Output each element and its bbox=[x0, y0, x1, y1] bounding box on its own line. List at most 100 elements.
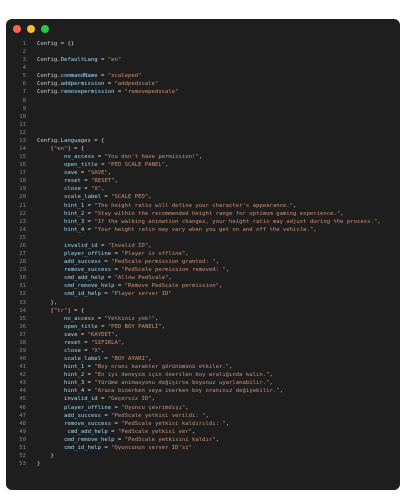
line-number: 50 bbox=[19, 436, 26, 443]
line-number: 39 bbox=[19, 347, 26, 354]
code-line: 14 ["en"] = { bbox=[6, 145, 400, 153]
code-text: open_title = "PED BOY PANELİ", bbox=[64, 323, 166, 330]
code-text: close = "X", bbox=[64, 347, 105, 354]
line-number: 43 bbox=[19, 380, 26, 387]
code-area[interactable]: 1 Config = {} 2 3 Config.DefaultLang = "en" 4… bbox=[6, 40, 400, 468]
line-number: 16 bbox=[19, 162, 26, 169]
code-text: invalid_id = "Geçersiz ID", bbox=[64, 396, 155, 403]
code-text: cmd_add_help = "Allow PedScale", bbox=[64, 275, 172, 282]
line-number: 5 bbox=[22, 73, 26, 80]
code-text: invalid_id = "Invalid ID", bbox=[64, 242, 152, 249]
line-number: 42 bbox=[19, 372, 26, 379]
code-line: 21 hint_1 = "The height ratio will defin… bbox=[6, 202, 400, 210]
code-line: 32 cmd_id_help = "Player server ID" bbox=[6, 290, 400, 298]
code-line: 8 bbox=[6, 97, 400, 105]
line-number: 51 bbox=[19, 444, 26, 451]
code-text: hint_3 = "Yürüme animasyonu değişirse bo… bbox=[64, 380, 273, 387]
code-text: scale_label = "SCALE PED", bbox=[64, 194, 152, 201]
line-number: 28 bbox=[19, 259, 26, 266]
code-text: hint_1 = "Boy oranı karakter görünümünü … bbox=[64, 364, 233, 371]
line-number: 46 bbox=[19, 404, 26, 411]
code-line: 5 Config.commandName = "scaleped" bbox=[6, 72, 400, 80]
code-line: 31 cmd_remove_help = "Remove PedScale pe… bbox=[6, 282, 400, 290]
line-number: 25 bbox=[19, 234, 26, 241]
code-line: 43 hint_3 = "Yürüme animasyonu değişirse… bbox=[6, 379, 400, 387]
code-line: 50 cmd_remove_help = "PedScale yetkisini… bbox=[6, 436, 400, 444]
code-line: 7 Config.removepermission = "removepedsca… bbox=[6, 88, 400, 96]
code-text: } bbox=[37, 461, 41, 468]
code-text: Config.addpermission = "addpedscale" bbox=[37, 81, 159, 88]
code-line: 53} bbox=[6, 460, 400, 468]
line-number: 29 bbox=[19, 267, 26, 274]
line-number: 35 bbox=[19, 315, 26, 322]
minimize-window-icon[interactable] bbox=[27, 25, 35, 33]
code-text: player_offline = "Oyuncu çevrimdışı", bbox=[64, 404, 189, 411]
line-number: 49 bbox=[19, 428, 26, 435]
code-text: hint_3 = "If the walking animation chang… bbox=[64, 218, 381, 225]
code-line: 41 hint_1 = "Boy oranı karakter görünümü… bbox=[6, 363, 400, 371]
code-text: player_offline = "Player is offline", bbox=[64, 251, 189, 258]
code-text: no_access = "Yetkiniz yok!", bbox=[64, 315, 159, 322]
line-number: 22 bbox=[19, 210, 26, 217]
line-number: 37 bbox=[19, 331, 26, 338]
close-window-icon[interactable] bbox=[13, 25, 21, 33]
code-text: close = "X", bbox=[64, 186, 105, 193]
line-number: 8 bbox=[22, 97, 26, 104]
code-line: 39 close = "X", bbox=[6, 347, 400, 355]
code-line: 19 close = "X", bbox=[6, 185, 400, 193]
code-line: 29 remove_success = "PedScale permission… bbox=[6, 266, 400, 274]
code-text: save = "SAVE", bbox=[64, 170, 112, 177]
code-line: 17 save = "SAVE", bbox=[6, 169, 400, 177]
code-text: ["en"] = { bbox=[50, 146, 85, 153]
code-line: 15 no_access = "You don't have permissio… bbox=[6, 153, 400, 161]
code-line: 28 add_success = "PedScale permission gr… bbox=[6, 258, 400, 266]
code-line: 13 Config.Languages = { bbox=[6, 137, 400, 145]
line-number: 9 bbox=[22, 105, 26, 112]
code-line: 6 Config.addpermission = "addpedscale" bbox=[6, 80, 400, 88]
code-text: ["tr"] = { bbox=[50, 307, 85, 314]
code-line: 24 hint_4 = "Your height ratio may vary … bbox=[6, 226, 400, 234]
code-line: 35 no_access = "Yetkiniz yok!", bbox=[6, 315, 400, 323]
line-number: 38 bbox=[19, 339, 26, 346]
code-line: 37 save = "KAYDET", bbox=[6, 331, 400, 339]
code-line: 9 bbox=[6, 105, 400, 113]
code-line: 1 Config = {} bbox=[6, 40, 400, 48]
code-text: hint_4 = "Your height ratio may vary whe… bbox=[64, 226, 317, 233]
code-line: 45 invalid_id = "Geçersiz ID", bbox=[6, 395, 400, 403]
code-line: 25 bbox=[6, 234, 400, 242]
code-line: 47 add_success = "PedScale yetkisi veril… bbox=[6, 412, 400, 420]
line-number: 45 bbox=[19, 396, 26, 403]
line-number: 19 bbox=[19, 186, 26, 193]
code-line: 30 cmd_add_help = "Allow PedScale", bbox=[6, 274, 400, 282]
code-editor-window: 1 Config = {} 2 3 Config.DefaultLang = "en" 4… bbox=[6, 19, 400, 490]
code-text: open_title = "PED SCALE PANEL", bbox=[64, 162, 169, 169]
code-line: 3 Config.DefaultLang = "en" bbox=[6, 56, 400, 64]
code-line: 52 } bbox=[6, 452, 400, 460]
code-text: save = "KAYDET", bbox=[64, 331, 118, 338]
line-number: 32 bbox=[19, 291, 26, 298]
code-line: 51 cmd_id_help = "Oyuncunun server ID'si… bbox=[6, 444, 400, 452]
code-line: 40 scale_label = "BOY AYARI", bbox=[6, 355, 400, 363]
code-line: 20 scale_label = "SCALE PED", bbox=[6, 193, 400, 201]
line-number: 47 bbox=[19, 412, 26, 419]
code-text: }, bbox=[50, 299, 58, 306]
line-number: 53 bbox=[19, 461, 26, 468]
line-number: 12 bbox=[19, 129, 26, 136]
code-text: hint_2 = "En iyi deneyim için önerilen b… bbox=[64, 372, 273, 379]
code-line: 44 hint_4 = "Araca binerken veya inerken… bbox=[6, 387, 400, 395]
line-number: 52 bbox=[19, 452, 26, 459]
code-text: remove_success = "PedScale permission re… bbox=[64, 267, 230, 274]
code-text: hint_4 = "Araca binerken veya inerken bo… bbox=[64, 388, 283, 395]
line-number: 34 bbox=[19, 307, 26, 314]
code-line: 42 hint_2 = "En iyi deneyim için önerile… bbox=[6, 371, 400, 379]
code-line: 26 invalid_id = "Invalid ID", bbox=[6, 242, 400, 250]
line-number: 36 bbox=[19, 323, 26, 330]
code-text: cmd_id_help = "Oyuncunun server ID'si" bbox=[64, 444, 192, 451]
line-number: 48 bbox=[19, 420, 26, 427]
code-line: 33 }, bbox=[6, 299, 400, 307]
code-line: 18 reset = "RESET", bbox=[6, 177, 400, 185]
code-text: scale_label = "BOY AYARI", bbox=[64, 356, 152, 363]
maximize-window-icon[interactable] bbox=[41, 25, 49, 33]
code-text: cmd_remove_help = "PedScale yetkisini ka… bbox=[64, 436, 219, 443]
line-number: 14 bbox=[19, 146, 26, 153]
